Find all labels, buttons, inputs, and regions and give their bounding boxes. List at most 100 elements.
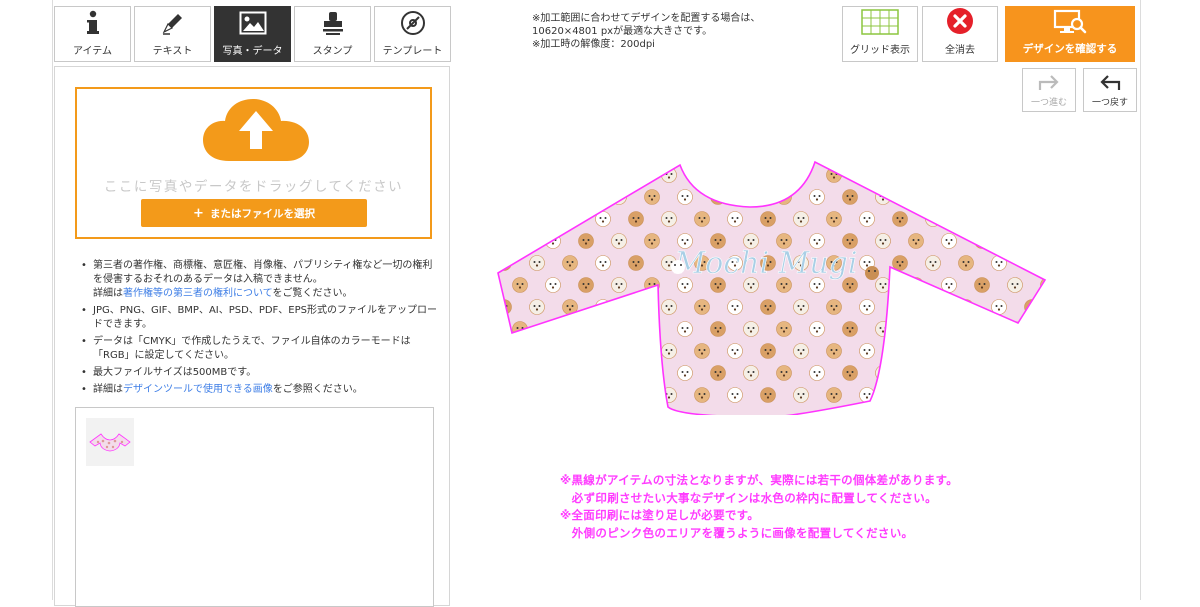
dog-eye [769, 393, 772, 395]
dog-eye [1016, 327, 1019, 329]
dog-eye [780, 239, 783, 241]
dog-face [809, 365, 825, 381]
dog-nose [584, 374, 588, 377]
dog-eye [505, 349, 508, 351]
dog-eye [967, 305, 970, 307]
dog-eye [785, 239, 788, 241]
dog-eye [582, 283, 585, 285]
dog-face [498, 343, 512, 359]
dog-nose [716, 374, 720, 377]
dog-eye [835, 349, 838, 351]
dog-nose [568, 264, 572, 267]
dog-eye [686, 239, 689, 241]
tab-item[interactable]: アイテム [54, 6, 131, 62]
tab-label: スタンプ [312, 46, 353, 57]
dog-eye [604, 305, 607, 307]
dog-eye [1033, 305, 1036, 307]
tab-stamp[interactable]: スタンプ [294, 6, 371, 62]
dog-eye [665, 305, 668, 307]
dog-face [611, 233, 627, 249]
dog-face [545, 277, 561, 293]
dog-nose [733, 396, 737, 399]
dog-nose [749, 330, 753, 333]
dog-eye [670, 393, 673, 395]
dog-nose [848, 198, 852, 201]
dog-eye [851, 371, 854, 373]
dog-eye [533, 173, 536, 175]
dog-eye [868, 173, 871, 175]
grid-toggle-button[interactable]: グリッド表示 [842, 6, 918, 62]
dog-nose [898, 220, 902, 223]
dog-eye [648, 195, 651, 197]
dog-nose [584, 286, 588, 289]
dog-nose [964, 352, 968, 355]
dog-nose [766, 308, 770, 311]
dog-eye [929, 261, 932, 263]
dog-face [991, 255, 1007, 271]
dog-eye [1028, 349, 1031, 351]
dog-eye [929, 173, 932, 175]
dog-eye [802, 349, 805, 351]
dog-eye [516, 371, 519, 373]
tab-template[interactable]: テンプレート [374, 6, 451, 62]
dog-eye [736, 349, 739, 351]
uploaded-image-thumbnail[interactable] [86, 418, 134, 466]
dog-face [694, 167, 710, 183]
dog-nose [667, 308, 671, 311]
redo-button[interactable]: 一つ進む [1022, 68, 1076, 112]
confirm-design-button[interactable]: デザインを確認する [1005, 6, 1135, 62]
dog-nose [551, 374, 555, 377]
dog-eye [648, 283, 651, 285]
dog-eye [802, 393, 805, 395]
dog-eye [830, 349, 833, 351]
dog-face [958, 255, 974, 271]
dog-eye [571, 349, 574, 351]
dog-face [1040, 321, 1045, 337]
dog-nose [716, 198, 720, 201]
dog-face [727, 387, 743, 403]
dog-face [974, 321, 990, 337]
dog-face [809, 321, 825, 337]
clear-all-button[interactable]: 全消去 [922, 6, 998, 62]
dog-eye [604, 173, 607, 175]
select-file-button[interactable]: + またはファイルを選択 [141, 199, 367, 227]
dog-eye [582, 327, 585, 329]
dog-eye [945, 195, 948, 197]
dog-eye [785, 195, 788, 197]
dog-nose [898, 308, 902, 311]
dog-eye [769, 173, 772, 175]
dog-eye [752, 195, 755, 197]
dog-eye [950, 371, 953, 373]
usable-images-link[interactable]: デザインツールで使用できる画像 [123, 384, 273, 395]
dog-eye [620, 327, 623, 329]
dog-eye [950, 283, 953, 285]
dog-nose [1047, 286, 1049, 288]
dog-eye [818, 283, 821, 285]
tab-text[interactable]: テキスト [134, 6, 211, 62]
upload-notes: 第三者の著作権、商標権、意匠権、肖像権、パブリシティ権など一切の権利を侵害するお… [79, 259, 439, 400]
dog-eye [863, 217, 866, 219]
rights-link[interactable]: 著作権等の第三者の権利について [123, 288, 273, 299]
dog-eye [736, 173, 739, 175]
dog-eye [1016, 195, 1019, 197]
dog-eye [813, 239, 816, 241]
dog-eye [851, 195, 854, 197]
dog-eye [566, 173, 569, 175]
dog-face [859, 299, 875, 315]
tab-photo-data[interactable]: 写真・データ [214, 6, 291, 62]
dog-eye [714, 195, 717, 197]
dog-nose [1013, 242, 1017, 245]
design-canvas[interactable]: Mochi Mugi [490, 155, 1050, 415]
undo-button[interactable]: 一つ戻す [1083, 68, 1137, 112]
dog-nose [551, 198, 555, 201]
dog-eye [896, 217, 899, 219]
upload-dropzone[interactable]: ここに写真やデータをドラッグしてください + またはファイルを選択 [75, 87, 432, 239]
dog-face [760, 387, 776, 403]
dog-eye [764, 217, 767, 219]
dog-eye [830, 173, 833, 175]
select-file-label: またはファイルを選択 [209, 207, 315, 220]
dog-eye [500, 393, 503, 395]
note-item: 詳細はデザインツールで使用できる画像をご参照ください。 [79, 383, 439, 397]
dog-eye [665, 217, 668, 219]
dog-nose [980, 374, 984, 377]
